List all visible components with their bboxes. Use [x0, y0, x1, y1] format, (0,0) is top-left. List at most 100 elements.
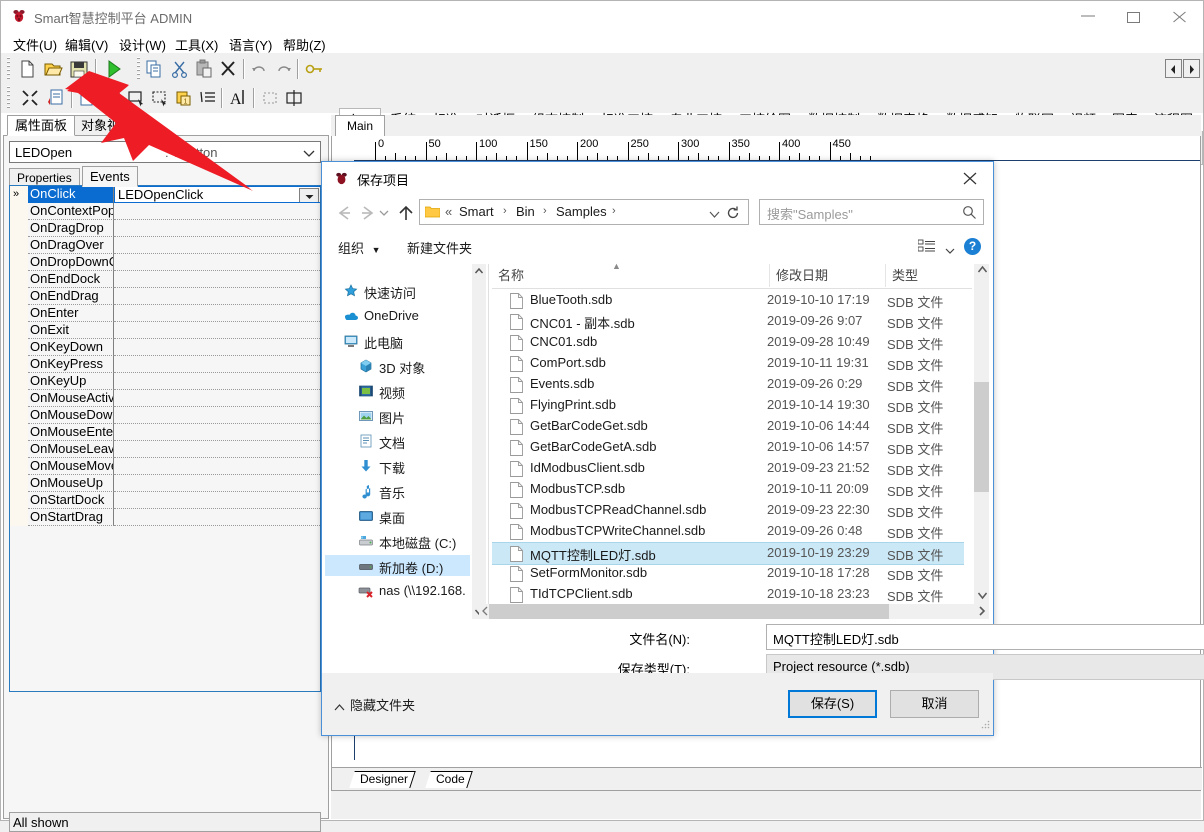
- scroll-down-button[interactable]: [977, 590, 988, 603]
- nav-item-2[interactable]: 此电脑: [325, 330, 470, 351]
- file-row[interactable]: ModbusTCPReadChannel.sdb 2019-09-23 22:30…: [492, 500, 964, 521]
- event-handler-value[interactable]: [114, 203, 320, 220]
- event-row[interactable]: OnMouseMove: [10, 458, 320, 475]
- menu-edit[interactable]: 编辑(V): [61, 34, 112, 55]
- distribute-icon[interactable]: [99, 85, 125, 111]
- event-handler-value[interactable]: [114, 220, 320, 237]
- breadcrumb-bin[interactable]: Bin: [516, 204, 535, 219]
- nav-item-9[interactable]: 桌面: [325, 505, 470, 526]
- file-row[interactable]: IdModbusClient.sdb 2019-09-23 21:52 SDB 文件: [492, 458, 964, 479]
- event-handler-value[interactable]: [114, 271, 320, 288]
- filename-input[interactable]: MQTT控制LED灯.sdb: [766, 624, 1204, 650]
- file-row[interactable]: MQTT控制LED灯.sdb 2019-10-19 23:29 SDB 文件: [492, 542, 964, 565]
- toolbar-grip[interactable]: [7, 86, 10, 108]
- file-row[interactable]: TIdTCPClient.sdb 2019-10-18 23:23 SDB 文件: [492, 584, 964, 605]
- column-header-date[interactable]: 修改日期: [770, 264, 886, 287]
- file-list-pane[interactable]: 名称 ▲ 修改日期 类型 BlueTooth.sdb 2019-10-10 17:…: [492, 261, 972, 619]
- menu-file[interactable]: 文件(U): [9, 34, 61, 55]
- event-handler-value[interactable]: [114, 390, 320, 407]
- minimize-button[interactable]: [1065, 1, 1111, 31]
- toolbar-grip[interactable]: [137, 57, 140, 79]
- nav-item-1[interactable]: OneDrive: [325, 305, 470, 326]
- nav-item-8[interactable]: 音乐: [325, 480, 470, 501]
- chevron-down-icon[interactable]: [945, 244, 955, 258]
- chevron-down-icon[interactable]: [709, 208, 720, 222]
- handler-dropdown-button[interactable]: [299, 188, 319, 202]
- object-selector-combo[interactable]: LEDOpen : TButton: [9, 141, 321, 163]
- help-button[interactable]: ?: [964, 238, 981, 255]
- up-button[interactable]: [394, 201, 418, 225]
- event-row[interactable]: OnEnter: [10, 305, 320, 322]
- event-handler-value[interactable]: [114, 424, 320, 441]
- column-header-name[interactable]: 名称: [492, 264, 770, 287]
- event-handler-value[interactable]: [114, 356, 320, 373]
- key-icon[interactable]: [301, 56, 327, 82]
- x-cross-icon[interactable]: [215, 56, 241, 82]
- close-icon[interactable]: [1157, 1, 1203, 31]
- event-handler-value[interactable]: [114, 509, 320, 526]
- menu-design[interactable]: 设计(W): [115, 34, 170, 55]
- scroll-up-button[interactable]: [977, 265, 988, 278]
- event-handler-value[interactable]: [114, 322, 320, 339]
- event-row[interactable]: OnMouseLeave: [10, 441, 320, 458]
- event-row[interactable]: » OnClick LEDOpenClick: [10, 186, 320, 203]
- menu-language[interactable]: 语言(Y): [225, 34, 276, 55]
- file-row[interactable]: Events.sdb 2019-09-26 0:29 SDB 文件: [492, 374, 964, 395]
- event-row[interactable]: OnDragDrop: [10, 220, 320, 237]
- event-row[interactable]: OnKeyUp: [10, 373, 320, 390]
- nav-item-5[interactable]: 图片: [325, 405, 470, 426]
- nav-item-7[interactable]: 下载: [325, 455, 470, 476]
- select-region-icon[interactable]: [123, 85, 149, 111]
- new-file-button[interactable]: [14, 56, 40, 82]
- organize-button[interactable]: 组织 ▼: [338, 238, 381, 257]
- event-handler-value[interactable]: [114, 475, 320, 492]
- file-row[interactable]: GetBarCodeGet.sdb 2019-10-06 14:44 SDB 文件: [492, 416, 964, 437]
- file-row[interactable]: ModbusTCPWriteChannel.sdb 2019-09-26 0:48…: [492, 521, 964, 542]
- tabs-prev-button[interactable]: [1165, 59, 1182, 78]
- file-row[interactable]: GetBarCodeGetA.sdb 2019-10-06 14:57 SDB 文件: [492, 437, 964, 458]
- event-row[interactable]: OnStartDrag: [10, 509, 320, 526]
- tab-main-form[interactable]: Main: [335, 115, 386, 136]
- event-row[interactable]: OnMouseActivate: [10, 390, 320, 407]
- event-row[interactable]: OnEndDrag: [10, 288, 320, 305]
- event-handler-value[interactable]: [114, 305, 320, 322]
- event-handler-value[interactable]: [114, 339, 320, 356]
- resize-grip[interactable]: [980, 719, 991, 733]
- file-row[interactable]: FlyingPrint.sdb 2019-10-14 19:30 SDB 文件: [492, 395, 964, 416]
- nav-pane-scrollbar[interactable]: [472, 264, 486, 619]
- recent-locations-button[interactable]: [377, 201, 391, 225]
- floppy-disk-icon[interactable]: [66, 56, 92, 82]
- event-handler-value[interactable]: [114, 254, 320, 271]
- nav-item-11[interactable]: 新加卷 (D:): [325, 555, 470, 576]
- open-folder-icon[interactable]: [40, 56, 66, 82]
- toolbar-grip[interactable]: [7, 57, 10, 79]
- redo-arrow-icon[interactable]: [271, 56, 297, 82]
- file-row[interactable]: ComPort.sdb 2019-10-11 19:31 SDB 文件: [492, 353, 964, 374]
- menu-tools[interactable]: 工具(X): [171, 34, 222, 55]
- file-row[interactable]: CNC01.sdb 2019-09-28 10:49 SDB 文件: [492, 332, 964, 353]
- file-list-vscrollbar[interactable]: [974, 264, 989, 604]
- tab-events[interactable]: Events: [82, 166, 138, 187]
- event-handler-value[interactable]: LEDOpenClick: [114, 186, 320, 203]
- event-handler-value[interactable]: [114, 237, 320, 254]
- event-row[interactable]: OnMouseDown: [10, 407, 320, 424]
- event-row[interactable]: OnEndDock: [10, 271, 320, 288]
- menu-help[interactable]: 帮助(Z): [279, 34, 330, 55]
- tab-property-panel[interactable]: 属性面板: [7, 115, 76, 136]
- tab-object-view[interactable]: 对象视窗: [73, 115, 142, 136]
- event-row[interactable]: OnDragOver: [10, 237, 320, 254]
- ordered-list-icon[interactable]: [195, 85, 221, 111]
- refresh-icon[interactable]: [725, 205, 741, 221]
- event-handler-value[interactable]: [114, 441, 320, 458]
- event-row[interactable]: OnKeyDown: [10, 339, 320, 356]
- nav-item-3[interactable]: 3D 对象: [325, 355, 470, 376]
- nav-item-10[interactable]: 本地磁盘 (C:): [325, 530, 470, 551]
- event-handler-value[interactable]: [114, 373, 320, 390]
- breadcrumb-prefix[interactable]: «: [445, 204, 452, 219]
- chevron-up-icon[interactable]: [334, 700, 345, 714]
- event-handler-value[interactable]: [114, 288, 320, 305]
- search-input[interactable]: 搜索"Samples": [759, 199, 984, 225]
- pane-splitter[interactable]: [488, 264, 489, 619]
- paste-icon[interactable]: [191, 56, 217, 82]
- font-A-icon[interactable]: A: [225, 85, 251, 111]
